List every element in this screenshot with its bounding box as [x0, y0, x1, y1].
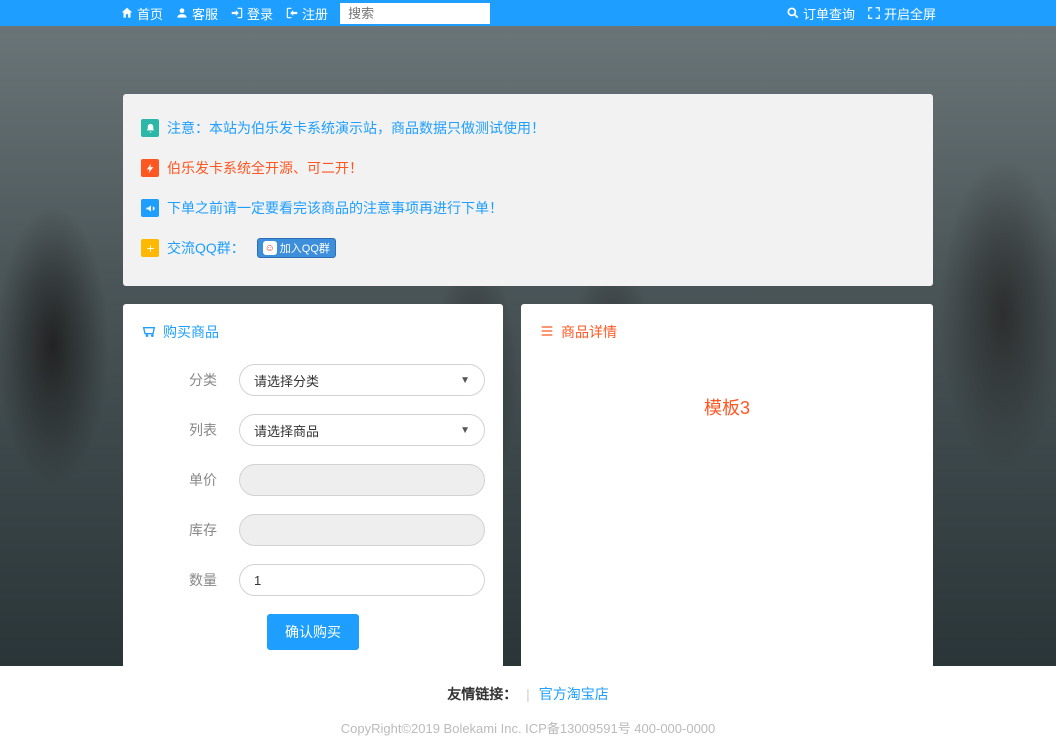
category-value: 请选择分类 — [254, 371, 319, 390]
nav-login[interactable]: 登录 — [230, 4, 273, 23]
megaphone-icon — [141, 199, 159, 217]
notice-text-4: 交流QQ群： — [167, 238, 245, 258]
buy-panel-title: 购买商品 — [141, 322, 485, 342]
nav-left: 首页 客服 登录 注册 — [120, 3, 490, 24]
row-category: 分类 请选择分类 ▼ — [141, 364, 485, 396]
fullscreen-icon — [867, 6, 881, 20]
cart-icon — [141, 323, 157, 342]
nav-home[interactable]: 首页 — [120, 4, 163, 23]
footer-copyright: CopyRight©2019 Bolekami Inc. ICP备1300959… — [0, 718, 1056, 737]
notice-line-3: 下单之前请一定要看完该商品的注意事项再进行下单！ — [141, 188, 915, 228]
qq-join-label: 加入QQ群 — [280, 240, 330, 256]
row-qty: 数量 — [141, 564, 485, 596]
notice-text-1: 注意：本站为伯乐发卡系统演示站，商品数据只做测试使用！ — [167, 118, 545, 138]
nav-fullscreen-label: 开启全屏 — [884, 4, 936, 23]
notice-text-3: 下单之前请一定要看完该商品的注意事项再进行下单！ — [167, 198, 503, 218]
row-price: 单价 — [141, 464, 485, 496]
footer-links: 友情链接： | 官方淘宝店 — [0, 684, 1056, 704]
nav-right: 订单查询 开启全屏 — [786, 4, 936, 23]
row-list: 列表 请选择商品 ▼ — [141, 414, 485, 446]
login-icon — [230, 6, 244, 20]
list-icon — [539, 323, 555, 342]
list-label: 列表 — [141, 420, 239, 440]
nav-home-label: 首页 — [137, 4, 163, 23]
home-icon — [120, 6, 134, 20]
user-icon — [175, 6, 189, 20]
price-label: 单价 — [141, 470, 239, 490]
category-label: 分类 — [141, 370, 239, 390]
list-value: 请选择商品 — [254, 421, 319, 440]
nav-order-query-label: 订单查询 — [803, 4, 855, 23]
notice-line-2: 伯乐发卡系统全开源、可二开！ — [141, 148, 915, 188]
stock-input — [239, 514, 485, 546]
nav-register[interactable]: 注册 — [285, 4, 328, 23]
confirm-buy-button[interactable]: 确认购买 — [267, 614, 359, 650]
buy-title-text: 购买商品 — [163, 322, 219, 342]
notice-line-4: 交流QQ群： ☺ 加入QQ群 — [141, 228, 915, 268]
footer-links-label: 友情链接： — [447, 686, 517, 702]
chevron-down-icon: ▼ — [460, 425, 470, 436]
notice-line-1: 注意：本站为伯乐发卡系统演示站，商品数据只做测试使用！ — [141, 108, 915, 148]
qq-join-button[interactable]: ☺ 加入QQ群 — [257, 238, 336, 258]
chevron-down-icon: ▼ — [460, 375, 470, 386]
detail-panel: 商品详情 模板3 — [521, 304, 933, 666]
price-input — [239, 464, 485, 496]
detail-panel-title: 商品详情 — [539, 322, 915, 342]
nav-order-query[interactable]: 订单查询 — [786, 4, 855, 23]
notice-panel: 注意：本站为伯乐发卡系统演示站，商品数据只做测试使用！ 伯乐发卡系统全开源、可二… — [123, 94, 933, 286]
nav-service[interactable]: 客服 — [175, 4, 218, 23]
submit-row: 确认购买 — [141, 614, 485, 650]
buy-panel: 购买商品 分类 请选择分类 ▼ 列表 请选择商品 ▼ — [123, 304, 503, 666]
list-select[interactable]: 请选择商品 ▼ — [239, 414, 485, 446]
nav-fullscreen[interactable]: 开启全屏 — [867, 4, 936, 23]
register-icon — [285, 6, 299, 20]
nav-login-label: 登录 — [247, 4, 273, 23]
footer: 友情链接： | 官方淘宝店 CopyRight©2019 Bolekami In… — [0, 666, 1056, 745]
qty-input[interactable] — [239, 564, 485, 596]
row-stock: 库存 — [141, 514, 485, 546]
qty-label: 数量 — [141, 570, 239, 590]
footer-link-taobao[interactable]: 官方淘宝店 — [539, 686, 609, 702]
main-container: 注意：本站为伯乐发卡系统演示站，商品数据只做测试使用！ 伯乐发卡系统全开源、可二… — [123, 26, 933, 666]
panels-row: 购买商品 分类 请选择分类 ▼ 列表 请选择商品 ▼ — [123, 304, 933, 666]
notice-text-2: 伯乐发卡系统全开源、可二开！ — [167, 158, 363, 178]
top-navbar: 首页 客服 登录 注册 订单查询 开启全屏 — [0, 0, 1056, 26]
bell-icon — [141, 119, 159, 137]
bolt-icon — [141, 159, 159, 177]
footer-sep: | — [526, 686, 530, 702]
stock-label: 库存 — [141, 520, 239, 540]
hero-background: 注意：本站为伯乐发卡系统演示站，商品数据只做测试使用！ 伯乐发卡系统全开源、可二… — [0, 26, 1056, 666]
detail-body: 模板3 — [539, 364, 915, 420]
nav-service-label: 客服 — [192, 4, 218, 23]
detail-title-text: 商品详情 — [561, 322, 617, 342]
search-input[interactable] — [340, 3, 490, 24]
category-select[interactable]: 请选择分类 ▼ — [239, 364, 485, 396]
qq-face-icon: ☺ — [263, 241, 277, 255]
search-icon — [786, 6, 800, 20]
plus-icon — [141, 239, 159, 257]
nav-register-label: 注册 — [302, 4, 328, 23]
